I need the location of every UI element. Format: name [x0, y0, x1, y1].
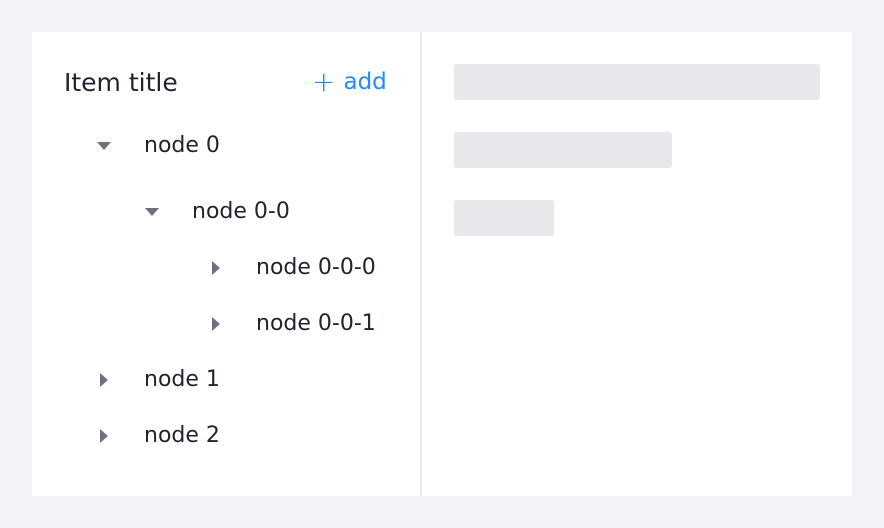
- tree-node-label: node 0: [144, 133, 220, 158]
- caret-right-icon[interactable]: [94, 370, 114, 390]
- add-button[interactable]: + add: [312, 66, 387, 98]
- tree-node-label: node 0-0-1: [256, 311, 376, 336]
- caret-right-icon[interactable]: [206, 258, 226, 278]
- panel-title: Item title: [64, 68, 178, 97]
- caret-down-icon[interactable]: [142, 202, 162, 222]
- tree-node-0-0-1[interactable]: node 0-0-1: [206, 307, 376, 341]
- skeleton-line: [454, 132, 672, 168]
- tree-node-label: node 2: [144, 423, 220, 448]
- tree-node-0[interactable]: node 0: [94, 129, 220, 163]
- content-panel: [422, 32, 852, 496]
- tree-panel: Item title + add node 0 node 0-0 node 0-…: [32, 32, 420, 496]
- tree-node-label: node 0-0: [192, 199, 290, 224]
- tree-node-1[interactable]: node 1: [94, 363, 220, 397]
- card: Item title + add node 0 node 0-0 node 0-…: [32, 32, 852, 496]
- caret-down-icon[interactable]: [94, 136, 114, 156]
- tree-node-0-0[interactable]: node 0-0: [142, 195, 290, 229]
- skeleton-line: [454, 200, 554, 236]
- tree-node-label: node 1: [144, 367, 220, 392]
- skeleton-line: [454, 64, 820, 100]
- tree-node-2[interactable]: node 2: [94, 419, 220, 453]
- tree-node-0-0-0[interactable]: node 0-0-0: [206, 251, 376, 285]
- caret-right-icon[interactable]: [94, 426, 114, 446]
- tree-node-label: node 0-0-0: [256, 255, 376, 280]
- caret-right-icon[interactable]: [206, 314, 226, 334]
- add-label: add: [343, 69, 387, 95]
- plus-icon: +: [312, 65, 336, 98]
